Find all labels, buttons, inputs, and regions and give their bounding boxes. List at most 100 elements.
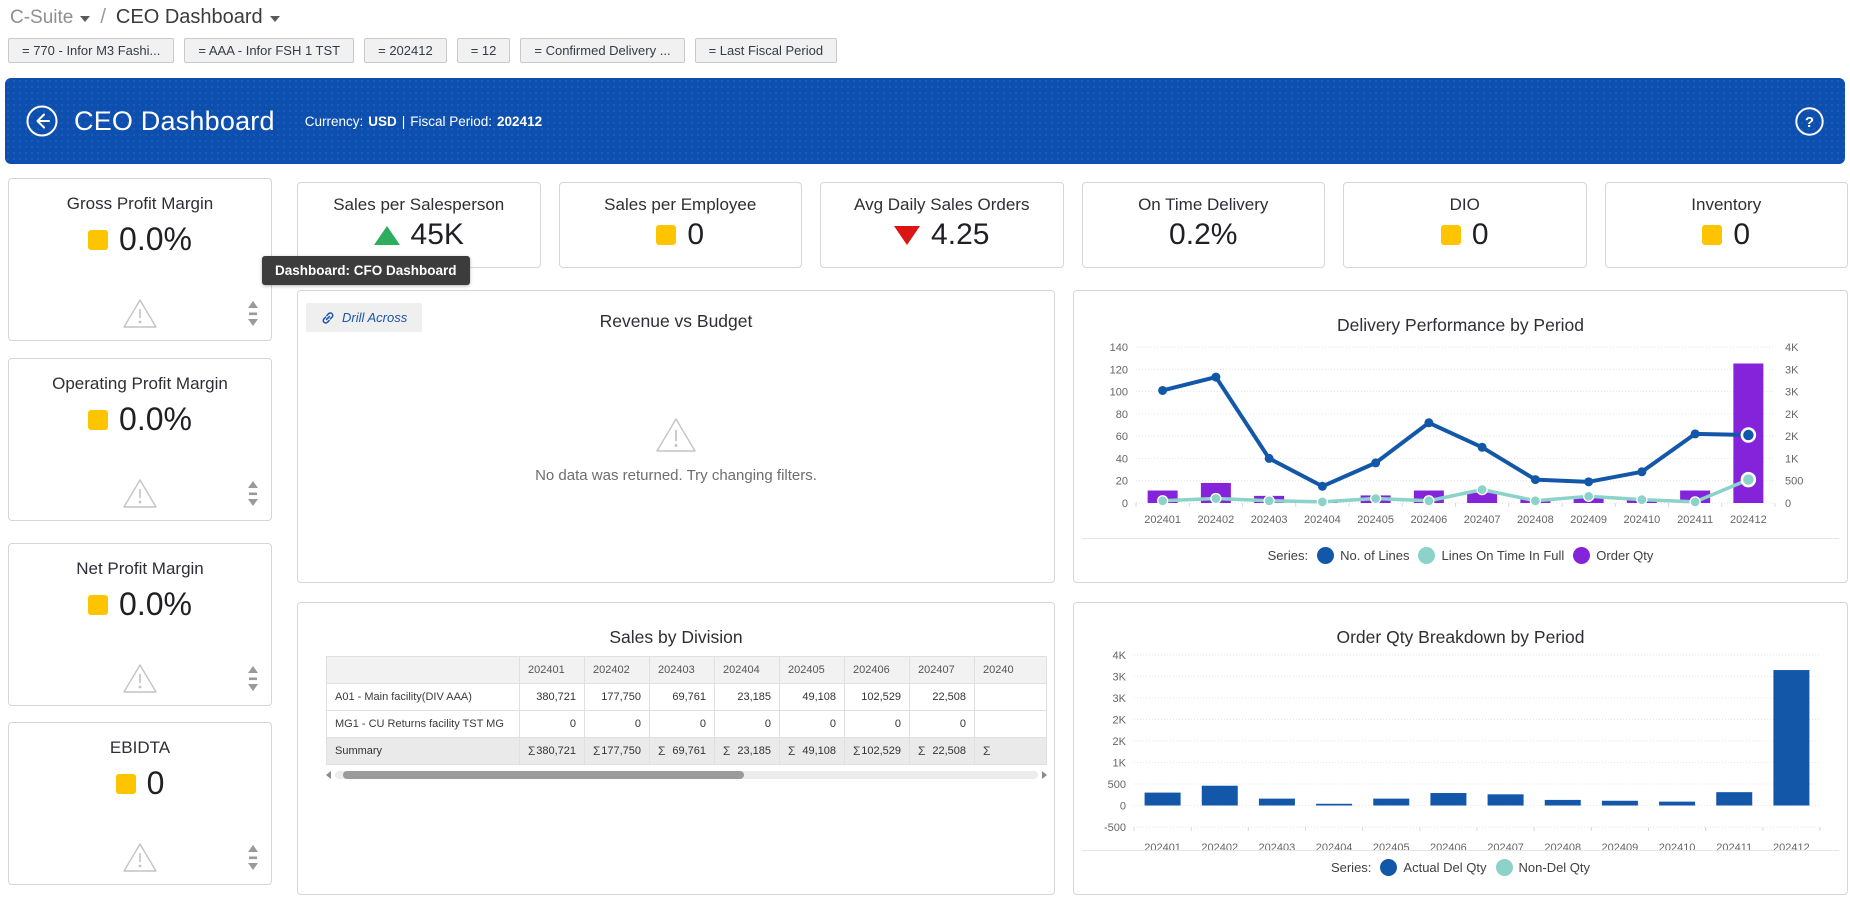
back-button[interactable]	[25, 104, 59, 138]
actual-del-qty-bar	[1145, 793, 1181, 806]
bar-chart-svg: -50005001K2K2K3K3K4K20240120240220240320…	[1088, 647, 1838, 861]
svg-text:1K: 1K	[1785, 453, 1799, 465]
kpi-card-footer	[9, 836, 271, 876]
legend-item[interactable]: Lines On Time In Full	[1418, 547, 1564, 564]
legend-dot-icon	[1418, 547, 1435, 564]
svg-text:3K: 3K	[1785, 364, 1799, 376]
kpi-value: 0.0%	[119, 221, 192, 258]
svg-text:500: 500	[1785, 476, 1803, 488]
divider	[1082, 538, 1839, 539]
kpi-card[interactable]: Sales per Employee0	[559, 182, 803, 268]
legend-item[interactable]: Actual Del Qty	[1380, 859, 1486, 876]
svg-text:202403: 202403	[1251, 514, 1288, 526]
svg-text:202412: 202412	[1730, 514, 1767, 526]
actual-del-qty-bar	[1259, 799, 1295, 806]
svg-text:0: 0	[1785, 498, 1791, 510]
kpi-card[interactable]: Inventory0	[1605, 182, 1849, 268]
svg-text:2K: 2K	[1113, 715, 1127, 727]
banner: CEO Dashboard Currency: USD | Fiscal Per…	[5, 78, 1845, 164]
kpi-card-title: DIO	[1344, 195, 1586, 215]
breadcrumb-parent-dropdown[interactable]: C-Suite	[10, 7, 90, 29]
legend-dot-icon	[1380, 859, 1397, 876]
svg-text:202402: 202402	[1198, 514, 1235, 526]
legend-item[interactable]: Non-Del Qty	[1496, 859, 1591, 876]
kpi-card-title: On Time Delivery	[1083, 195, 1325, 215]
arrow-left-icon	[25, 104, 59, 138]
legend-item[interactable]: Order Qty	[1573, 547, 1653, 564]
svg-text:3K: 3K	[1785, 387, 1799, 399]
kpi-card-title: Sales per Employee	[560, 195, 802, 215]
page-title: CEO Dashboard	[74, 106, 275, 137]
svg-text:202405: 202405	[1357, 514, 1394, 526]
kpi-card[interactable]: On Time Delivery0.2%	[1082, 182, 1326, 268]
kpi-card[interactable]: Avg Daily Sales Orders4.25	[820, 182, 1064, 268]
sigma-icon: Σ	[918, 744, 925, 758]
kpi-card[interactable]: DIO0	[1343, 182, 1587, 268]
kpi-card[interactable]: Gross Profit Margin0.0%	[8, 178, 272, 341]
table-cell: 177,750	[585, 684, 650, 711]
filter-chip[interactable]: = Last Fiscal Period	[695, 38, 838, 63]
row-label: A01 - Main facility(DIV AAA)	[327, 684, 520, 711]
table-scrollbar[interactable]	[326, 770, 1047, 780]
warning-icon	[121, 477, 159, 510]
yellow-square-indicator	[116, 774, 136, 794]
scroll-right-icon[interactable]	[1042, 771, 1047, 779]
svg-text:202404: 202404	[1316, 842, 1353, 854]
kpi-card-footer	[9, 657, 271, 697]
data-point	[1424, 418, 1433, 427]
filter-chip[interactable]: = 202412	[364, 38, 447, 63]
summary-value: 102,529	[861, 745, 901, 757]
data-point	[1158, 386, 1167, 395]
legend-dot-icon	[1573, 547, 1590, 564]
panel-order-qty-breakdown: Order Qty Breakdown by Period -50005001K…	[1073, 602, 1848, 895]
summary-value: 380,721	[536, 745, 576, 757]
scrollbar-track[interactable]	[335, 771, 1038, 779]
breadcrumb-separator: /	[100, 6, 106, 29]
row-label: MG1 - CU Returns facility TST MG	[327, 711, 520, 738]
table-column-header: 202406	[845, 657, 910, 684]
fiscal-period-label: Fiscal Period:	[410, 114, 492, 129]
stepper-control[interactable]	[247, 665, 259, 693]
legend-label: Series:	[1331, 860, 1371, 875]
actual-del-qty-bar	[1430, 793, 1466, 805]
data-point	[1637, 495, 1647, 505]
table-column-header: 20240	[975, 657, 1047, 684]
filter-chip[interactable]: = AAA - Infor FSH 1 TST	[184, 38, 354, 63]
scrollbar-thumb[interactable]	[343, 771, 744, 779]
help-button[interactable]: ?	[1794, 106, 1825, 137]
scroll-left-icon[interactable]	[326, 771, 331, 779]
filter-chip[interactable]: = 12	[457, 38, 511, 63]
actual-del-qty-bar	[1373, 799, 1409, 806]
stepper-control[interactable]	[247, 480, 259, 508]
svg-text:120: 120	[1110, 364, 1128, 376]
currency-label: Currency:	[305, 114, 364, 129]
legend-item[interactable]: No. of Lines	[1317, 547, 1409, 564]
panel-title: Sales by Division	[298, 627, 1054, 648]
row-label: Summary	[327, 738, 520, 765]
svg-text:202410: 202410	[1624, 514, 1661, 526]
kpi-card-title: Operating Profit Margin	[9, 374, 271, 394]
kpi-value: 0.0%	[119, 586, 192, 623]
svg-text:202409: 202409	[1602, 842, 1639, 854]
kpi-card[interactable]: EBIDTA0	[8, 722, 272, 885]
kpi-card[interactable]: Operating Profit Margin0.0%	[8, 358, 272, 521]
svg-text:202406: 202406	[1430, 842, 1467, 854]
svg-text:202408: 202408	[1517, 514, 1554, 526]
actual-del-qty-bar	[1488, 794, 1524, 805]
sigma-icon: Σ	[593, 744, 600, 758]
stepper-control[interactable]	[247, 844, 259, 872]
table-cell: 49,108	[780, 684, 845, 711]
summary-value: 49,108	[802, 745, 836, 757]
svg-text:202401: 202401	[1144, 842, 1181, 854]
svg-text:500: 500	[1108, 779, 1126, 791]
filter-chip[interactable]: = 770 - Infor M3 Fashi...	[8, 38, 174, 63]
filter-chip[interactable]: = Confirmed Delivery ...	[520, 38, 684, 63]
kpi-card[interactable]: Net Profit Margin0.0%	[8, 543, 272, 706]
svg-text:202402: 202402	[1201, 842, 1238, 854]
breadcrumb-current-dropdown[interactable]: CEO Dashboard	[116, 6, 280, 29]
data-point	[1478, 443, 1487, 452]
svg-text:-500: -500	[1104, 822, 1126, 834]
kpi-value: 4.25	[931, 218, 989, 252]
svg-text:?: ?	[1805, 114, 1814, 131]
stepper-control[interactable]	[247, 300, 259, 328]
